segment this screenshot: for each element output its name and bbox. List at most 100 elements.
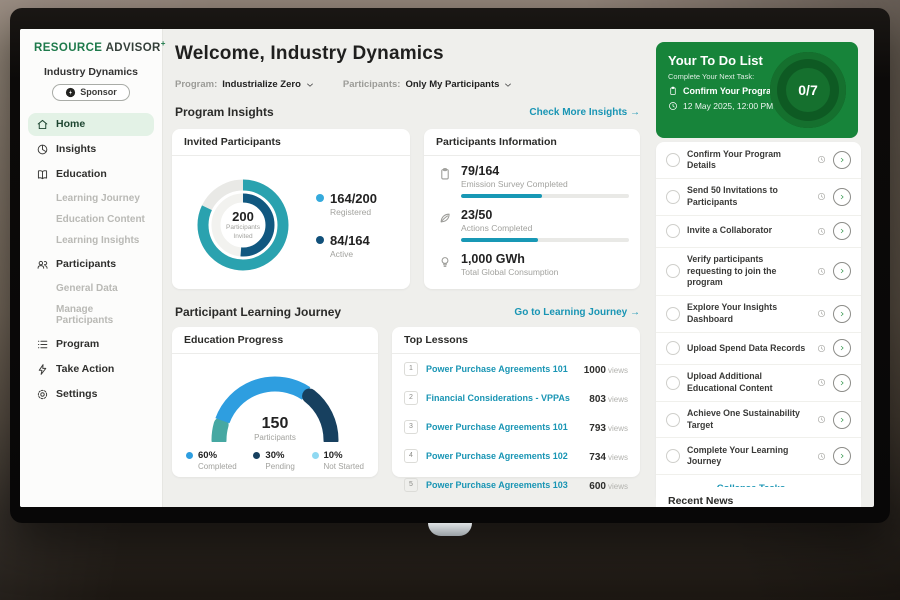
sidebar-item-label: Take Action [56, 363, 114, 375]
program-filter-label: Program: [175, 79, 217, 90]
task-checkbox[interactable] [666, 376, 680, 390]
legend-label: Completed [198, 462, 237, 471]
info-label: Total Global Consumption [461, 267, 558, 277]
task-label: Invite a Collaborator [687, 225, 810, 236]
settings-icon [36, 388, 49, 401]
lesson-link[interactable]: Power Purchase Agreements 103 [426, 480, 589, 490]
task-row[interactable]: Achieve One Sustainability Target [656, 402, 861, 439]
task-open-button[interactable] [833, 151, 851, 169]
lesson-link[interactable]: Power Purchase Agreements 101 [426, 364, 584, 374]
task-label: Upload Additional Educational Content [687, 371, 810, 394]
task-open-button[interactable] [833, 222, 851, 240]
lesson-link[interactable]: Power Purchase Agreements 101 [426, 422, 589, 432]
education-total: 150 [190, 415, 360, 433]
participants-filter-label: Participants: [343, 79, 401, 90]
filters-row: Program: Industrialize Zero Participants… [175, 79, 513, 90]
participants-dropdown-value: Only My Participants [405, 79, 499, 90]
task-label: Achieve One Sustainability Target [687, 408, 810, 431]
task-row[interactable]: Verify participants requesting to join t… [656, 248, 861, 296]
task-open-button[interactable] [833, 339, 851, 357]
views-suffix: views [608, 482, 628, 491]
sidebar-item-settings[interactable]: Settings [28, 383, 154, 406]
education-progress-card: Education Progress 150 Participants 60% … [172, 327, 378, 477]
lesson-link[interactable]: Financial Considerations - VPPAs [426, 393, 589, 403]
lesson-row: 4 Power Purchase Agreements 102 734views [392, 441, 640, 470]
sidebar-item-participants[interactable]: Participants [28, 253, 154, 276]
sidebar-item-take-action[interactable]: Take Action [28, 358, 154, 381]
legend-dot [186, 452, 193, 459]
task-checkbox[interactable] [666, 341, 680, 355]
invited-total: 200 [232, 209, 254, 224]
sidebar-nav: Home Insights Education Learning Journey… [20, 113, 162, 406]
participants-dropdown[interactable]: Only My Participants [405, 79, 513, 90]
clipboard-icon [438, 167, 452, 181]
task-row[interactable]: Invite a Collaborator [656, 216, 861, 248]
legend-label: Registered [330, 207, 377, 217]
task-row[interactable]: Complete Your Learning Journey [656, 438, 861, 475]
views-suffix: views [608, 424, 628, 433]
sidebar-item-manage-participants[interactable]: Manage Participants [28, 299, 154, 331]
task-checkbox[interactable] [666, 153, 680, 167]
go-to-learning-journey-link[interactable]: Go to Learning Journey → [514, 307, 640, 318]
invited-legend: 164/200 Registered 84/164 Active [316, 191, 377, 259]
check-more-insights-link[interactable]: Check More Insights → [529, 107, 640, 118]
lesson-row: 1 Power Purchase Agreements 101 1000view… [392, 354, 640, 383]
task-open-button[interactable] [833, 447, 851, 465]
info-value: 79/164 [461, 164, 629, 178]
legend-dot [253, 452, 260, 459]
sidebar-item-education[interactable]: Education [28, 163, 154, 186]
task-row[interactable]: Send 50 Invitations to Participants [656, 179, 861, 216]
page-title: Welcome, Industry Dynamics [175, 43, 444, 65]
logo-plus: + [161, 39, 166, 48]
task-row[interactable]: Upload Spend Data Records [656, 333, 861, 365]
sidebar-item-learning-journey[interactable]: Learning Journey [28, 188, 154, 209]
section-title: Program Insights [175, 105, 274, 119]
task-row[interactable]: Explore Your Insights Dashboard [656, 296, 861, 333]
lesson-views: 1000 [584, 365, 606, 376]
legend-label: Not Started [324, 462, 364, 471]
lesson-link[interactable]: Power Purchase Agreements 102 [426, 451, 589, 461]
sidebar-item-education-content[interactable]: Education Content [28, 209, 154, 230]
info-row-consumption: 1,000 GWh Total Global Consumption [438, 252, 626, 282]
task-checkbox[interactable] [666, 264, 680, 278]
todo-list-card: Your To Do List Complete Your Next Task:… [656, 42, 858, 138]
sidebar-item-home[interactable]: Home [28, 113, 154, 136]
logo-secondary: ADVISOR [106, 42, 161, 54]
task-row[interactable]: Upload Additional Educational Content [656, 365, 861, 402]
task-checkbox[interactable] [666, 224, 680, 238]
task-row[interactable]: Confirm Your Program Details [656, 142, 861, 179]
clock-icon [817, 155, 826, 164]
sidebar-item-general-data[interactable]: General Data [28, 278, 154, 299]
sidebar-item-learning-insights[interactable]: Learning Insights [28, 230, 154, 251]
legend-pct: 30% [265, 450, 294, 461]
program-dropdown[interactable]: Industrialize Zero [222, 79, 315, 90]
invited-participants-card: Invited Participants 200 Participants In… [172, 129, 410, 289]
task-label: Verify participants requesting to join t… [687, 254, 810, 288]
task-checkbox[interactable] [666, 413, 680, 427]
chevron-down-icon [503, 80, 513, 90]
sidebar-item-program[interactable]: Program [28, 333, 154, 356]
chevron-down-icon [305, 80, 315, 90]
lesson-views: 600 [589, 481, 606, 492]
program-insights-header: Program Insights Check More Insights → [175, 105, 640, 119]
task-open-button[interactable] [833, 262, 851, 280]
task-open-button[interactable] [833, 411, 851, 429]
task-open-button[interactable] [833, 188, 851, 206]
task-checkbox[interactable] [666, 190, 680, 204]
task-checkbox[interactable] [666, 449, 680, 463]
card-title: Education Progress [172, 327, 378, 354]
sidebar-item-label: Education [56, 168, 107, 180]
task-open-button[interactable] [833, 305, 851, 323]
lesson-rank: 1 [404, 362, 418, 376]
legend-dot [316, 194, 324, 202]
take-action-icon [36, 363, 49, 376]
legend-item-pending: 30% Pending [253, 450, 294, 471]
task-open-button[interactable] [833, 374, 851, 392]
sidebar-item-insights[interactable]: Insights [28, 138, 154, 161]
legend-dot [312, 452, 319, 459]
legend-value: 164/200 [330, 191, 377, 206]
sidebar-item-label: Settings [56, 388, 97, 400]
task-checkbox[interactable] [666, 307, 680, 321]
clock-icon [817, 267, 826, 276]
legend-value: 84/164 [330, 233, 370, 248]
